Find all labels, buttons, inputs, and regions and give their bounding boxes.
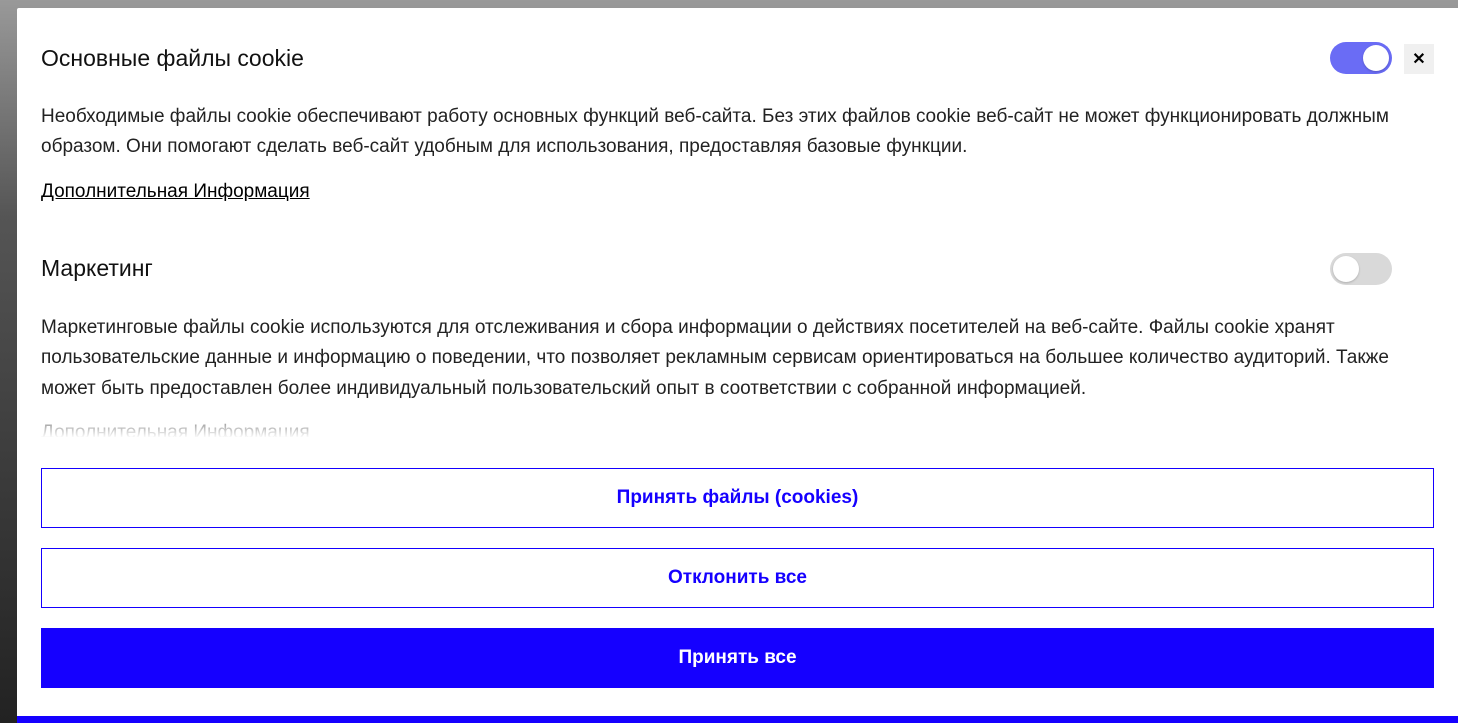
section-header: Маркетинг: [41, 253, 1434, 285]
cookie-settings-modal: ✕ Основные файлы cookie Необходимые файл…: [17, 8, 1458, 716]
section-description: Необходимые файлы cookie обеспечивают ра…: [41, 102, 1434, 163]
accept-selected-button[interactable]: Принять файлы (cookies): [41, 468, 1434, 528]
essential-toggle[interactable]: [1330, 42, 1392, 74]
marketing-toggle[interactable]: [1330, 253, 1392, 285]
modal-footer: Принять файлы (cookies) Отклонить все Пр…: [17, 437, 1458, 716]
cookie-section-marketing: Маркетинг Маркетинговые файлы cookie исп…: [41, 253, 1434, 437]
more-info-link[interactable]: Дополнительная Информация: [41, 181, 310, 203]
section-title: Основные файлы cookie: [41, 45, 304, 72]
section-description: Маркетинговые файлы cookie используются …: [41, 313, 1434, 404]
decorative-strip: [17, 716, 1458, 723]
modal-content: ✕ Основные файлы cookie Необходимые файл…: [17, 8, 1458, 437]
cookie-section-essential: Основные файлы cookie Необходимые файлы …: [41, 42, 1434, 203]
section-title: Маркетинг: [41, 255, 153, 282]
reject-all-button[interactable]: Отклонить все: [41, 548, 1434, 608]
section-header: Основные файлы cookie: [41, 42, 1434, 74]
accept-all-button[interactable]: Принять все: [41, 628, 1434, 688]
more-info-link[interactable]: Дополнительная Информация: [41, 422, 310, 437]
